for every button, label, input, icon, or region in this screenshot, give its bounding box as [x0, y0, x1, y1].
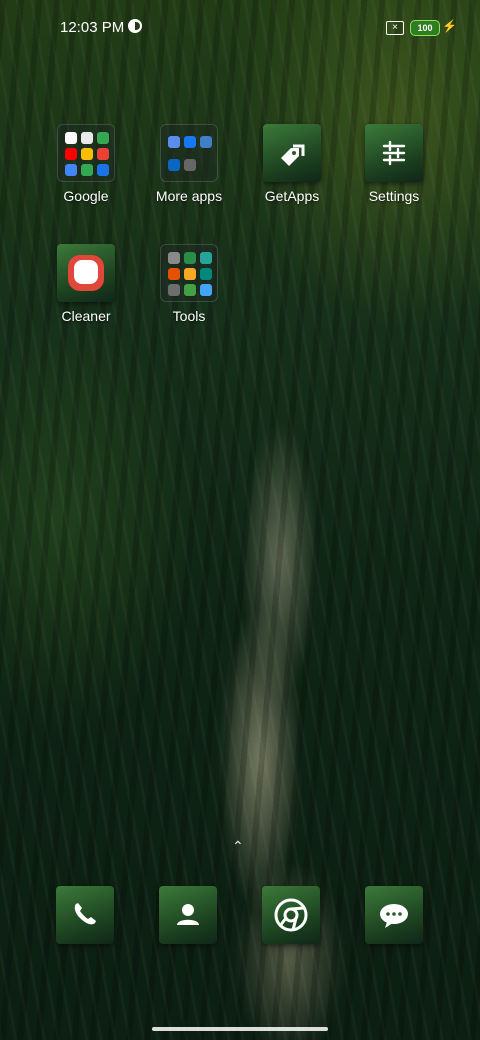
- tools-folder[interactable]: Tools: [139, 244, 239, 324]
- status-bar: 12:03 PM × 100 ⚡: [0, 14, 480, 42]
- calculator-icon: [168, 252, 180, 264]
- settings-app[interactable]: Settings: [344, 124, 444, 204]
- google-g-icon: [65, 132, 77, 144]
- contacts-icon: [177, 904, 199, 925]
- linkedin-icon: [168, 158, 180, 171]
- photos-icon: [81, 164, 93, 176]
- home-gesture-bar[interactable]: [152, 1027, 328, 1031]
- drive-icon: [81, 148, 93, 160]
- compass-icon: [200, 252, 212, 264]
- notification-icon: [128, 19, 142, 33]
- charging-icon: ⚡: [442, 19, 457, 33]
- sim-missing-icon: ×: [386, 21, 404, 35]
- gmail-icon: [81, 132, 93, 144]
- getapps-icon: [263, 124, 321, 182]
- feedback-icon: [168, 284, 180, 296]
- tools-folder-icon: [160, 244, 218, 302]
- youtube-icon: [65, 148, 77, 160]
- google-label: Google: [63, 188, 109, 204]
- phone-icon: [74, 903, 96, 925]
- recorder-icon: [168, 268, 180, 280]
- google-folder[interactable]: Google: [36, 124, 136, 204]
- tools-label: Tools: [172, 308, 206, 324]
- mi-remote-icon: [200, 284, 212, 296]
- store-icon: [200, 135, 212, 148]
- notes-icon: [184, 268, 196, 280]
- chrome-icon: [274, 898, 308, 932]
- settings-sliders-icon: [365, 124, 423, 182]
- google-folder-icon: [57, 124, 115, 182]
- maps-icon: [97, 132, 109, 144]
- getapps-label: GetApps: [264, 188, 320, 204]
- getapps-app[interactable]: GetApps: [242, 124, 342, 204]
- phone-app[interactable]: [56, 886, 114, 944]
- settings-label: Settings: [368, 188, 420, 204]
- contacts-app[interactable]: [159, 886, 217, 944]
- more-apps-label: More apps: [155, 188, 223, 204]
- settings-gear-icon: [184, 158, 196, 171]
- clock-icon: [184, 252, 196, 264]
- battery-icon: 100: [410, 20, 440, 36]
- cleaner-icon: [57, 244, 115, 302]
- security-icon: [184, 284, 196, 296]
- more-apps-folder-icon: [160, 124, 218, 182]
- youtube-music-icon: [97, 148, 109, 160]
- chevron-up-icon[interactable]: ⌃: [232, 838, 244, 855]
- facebook-icon: [184, 135, 196, 148]
- messages-icon: [380, 904, 408, 928]
- clock: 12:03 PM: [60, 19, 125, 36]
- messages-app[interactable]: [365, 886, 423, 944]
- tv-icon: [168, 135, 180, 148]
- scanner-icon: [200, 268, 212, 280]
- files-icon: [97, 164, 109, 176]
- more-apps-folder[interactable]: More apps: [139, 124, 239, 204]
- cleaner-app[interactable]: Cleaner: [36, 244, 136, 324]
- meet-icon: [65, 164, 77, 176]
- cleaner-label: Cleaner: [61, 308, 111, 324]
- chrome-app[interactable]: [262, 886, 320, 944]
